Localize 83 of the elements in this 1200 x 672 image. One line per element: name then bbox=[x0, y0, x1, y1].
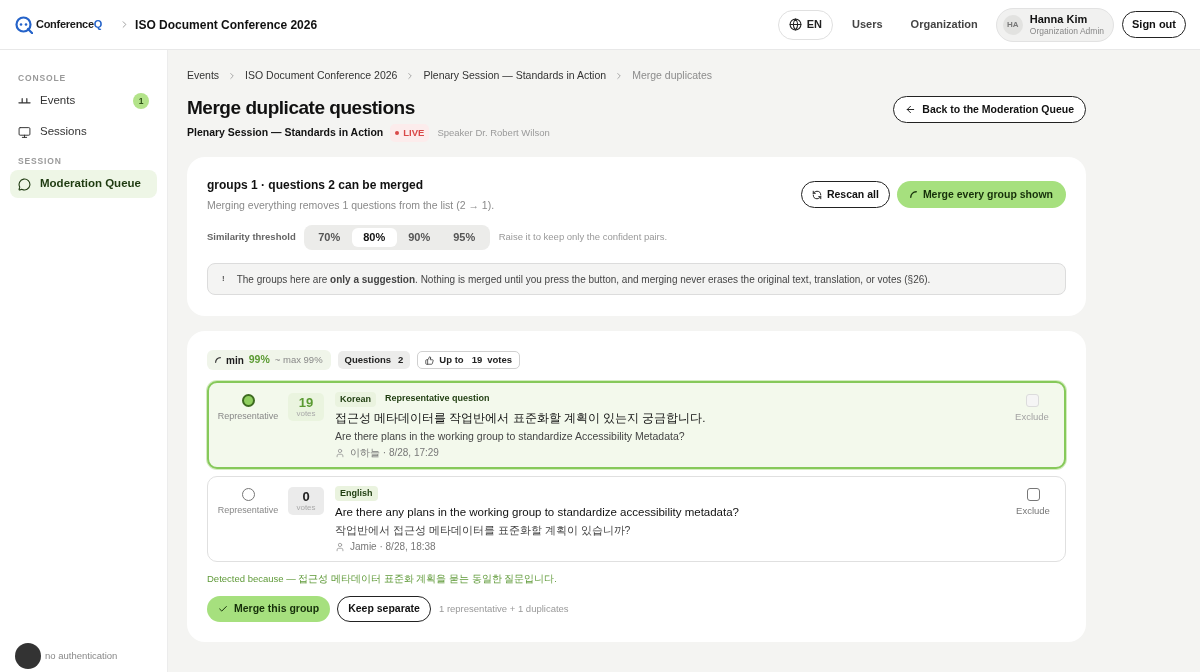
language-button[interactable]: EN bbox=[777, 9, 833, 40]
group-summary: 1 representative + 1 duplicates bbox=[438, 601, 569, 616]
representative-label: Representative bbox=[217, 410, 279, 423]
monitor-icon bbox=[18, 125, 31, 139]
max-value: ~ max 99% bbox=[274, 352, 323, 367]
line-marks-icon bbox=[18, 98, 31, 104]
threshold-label: Similarity threshold bbox=[207, 230, 296, 245]
votes-label: votes bbox=[296, 410, 316, 418]
user-avatar: HA bbox=[1002, 14, 1023, 35]
summary-title: groups 1 · questions 2 can be merged bbox=[207, 177, 425, 193]
section-label: SESSION bbox=[17, 155, 63, 168]
keep-separate-button[interactable]: Keep separate bbox=[337, 596, 431, 622]
sidebar-item[interactable]: Events 1 bbox=[10, 87, 157, 115]
check-icon bbox=[218, 604, 228, 614]
live-label: LIVE bbox=[403, 125, 425, 140]
votes-suffix: votes bbox=[487, 352, 513, 367]
auth-status: no authentication bbox=[45, 648, 118, 663]
sign-out-button[interactable]: Sign out bbox=[1122, 11, 1186, 38]
rescan-button[interactable]: Rescan all bbox=[800, 181, 890, 208]
threshold-option[interactable]: 95% bbox=[441, 228, 487, 247]
breadcrumb-link[interactable]: ISO Document Conference 2026 bbox=[245, 68, 398, 84]
count-badge: 1 bbox=[133, 93, 149, 109]
speaker-name: Speaker Dr. Robert Wilson bbox=[437, 125, 550, 140]
votes-prefix: Up to bbox=[439, 352, 464, 367]
question-meta: Jamie · 8/28, 18:38 bbox=[350, 541, 436, 553]
spinner-icon bbox=[909, 191, 917, 198]
votes-label: votes bbox=[296, 504, 316, 512]
exclude-checkbox[interactable] bbox=[1026, 488, 1040, 501]
radio-button[interactable] bbox=[241, 394, 255, 407]
detection-reason: Detected because — 접근성 메타데이터 표준화 계획을 묻는 동일한 질문입니다. bbox=[207, 572, 558, 586]
avatar-icon bbox=[15, 643, 41, 669]
user-chip[interactable]: HA Hanna Kim Organization Admin bbox=[995, 7, 1114, 42]
breadcrumb-link[interactable]: Plenary Session — Standards in Action bbox=[423, 68, 607, 84]
sidebar-item[interactable]: Moderation Queue bbox=[10, 170, 157, 198]
questions-count: 2 bbox=[398, 352, 404, 367]
threshold-option[interactable]: 90% bbox=[396, 228, 442, 247]
logo-wordmark[interactable]: ConferenceQ bbox=[36, 16, 103, 33]
question-translation: 작업반에서 접근성 메타데이터를 표준화할 계획이 있습니까? bbox=[335, 523, 632, 538]
question-text: 접근성 메타데이터를 작업반에서 표준화할 계획이 있는지 궁금합니다. bbox=[335, 411, 707, 426]
page-title: Merge duplicate questions bbox=[187, 96, 416, 120]
language-tag: Korean bbox=[335, 391, 376, 407]
merge-group-button[interactable]: Merge this group bbox=[207, 596, 331, 622]
min-label: min bbox=[226, 353, 244, 368]
arrow-left-icon bbox=[905, 104, 917, 115]
globe-icon bbox=[788, 18, 802, 31]
votes-count: 0 bbox=[302, 490, 310, 503]
question-translation: Are there plans in the working group to standardize Accessibility Metadata? bbox=[335, 429, 686, 444]
nav-link[interactable]: Organization bbox=[910, 16, 978, 33]
exclude-label: Exclude bbox=[1015, 410, 1049, 424]
person-icon bbox=[335, 542, 345, 552]
language-tag: English bbox=[335, 485, 378, 501]
session-title: Plenary Session — Standards in Action bbox=[187, 125, 384, 141]
logo-icon bbox=[15, 15, 33, 34]
votes-total: 19 bbox=[471, 352, 483, 367]
breadcrumb-link[interactable]: Events bbox=[187, 68, 220, 84]
chat-bubble-icon bbox=[18, 177, 31, 191]
questions-label: Questions bbox=[344, 352, 392, 367]
summary-subtitle: Merging everything removes 1 questions from the list (2 → 1). bbox=[207, 198, 495, 213]
section-label: CONSOLE bbox=[17, 72, 67, 85]
representative-label: Representative bbox=[217, 504, 279, 517]
user-role: Organization Admin bbox=[1029, 24, 1104, 37]
thumbs-up-icon bbox=[425, 355, 435, 365]
representative-tag: Representative question bbox=[385, 392, 490, 406]
notice-text: The groups here are only a suggestion. Nothing is merged until you press the button, and merging never erases the original text, translation, or votes (§26). bbox=[236, 272, 931, 287]
nav-link[interactable]: Users bbox=[852, 16, 883, 33]
threshold-option[interactable]: 80% bbox=[351, 228, 397, 247]
question-text: Are there any plans in the working group to standardize accessibility metadata? bbox=[335, 505, 740, 520]
question-meta: 이하늘 · 8/28, 17:29 bbox=[350, 447, 439, 459]
person-icon bbox=[335, 448, 345, 458]
min-value: 99% bbox=[248, 352, 270, 368]
spinner-icon bbox=[215, 357, 221, 363]
sidebar-item[interactable]: Sessions bbox=[10, 118, 157, 146]
merge-all-button[interactable]: Merge every group shown bbox=[896, 181, 1066, 208]
threshold-option[interactable]: 70% bbox=[306, 228, 352, 247]
threshold-hint: Raise it to keep only the confident pairs. bbox=[498, 230, 668, 245]
notice-mark: ! bbox=[222, 273, 225, 285]
refresh-icon bbox=[811, 189, 822, 200]
radio-button[interactable] bbox=[241, 488, 255, 501]
votes-count: 19 bbox=[298, 396, 314, 409]
event-title: ISO Document Conference 2026 bbox=[135, 16, 318, 34]
back-button[interactable]: Back to the Moderation Queue bbox=[893, 96, 1086, 123]
user-name: Hanna Kim bbox=[1029, 12, 1088, 25]
exclude-label: Exclude bbox=[1016, 504, 1050, 518]
